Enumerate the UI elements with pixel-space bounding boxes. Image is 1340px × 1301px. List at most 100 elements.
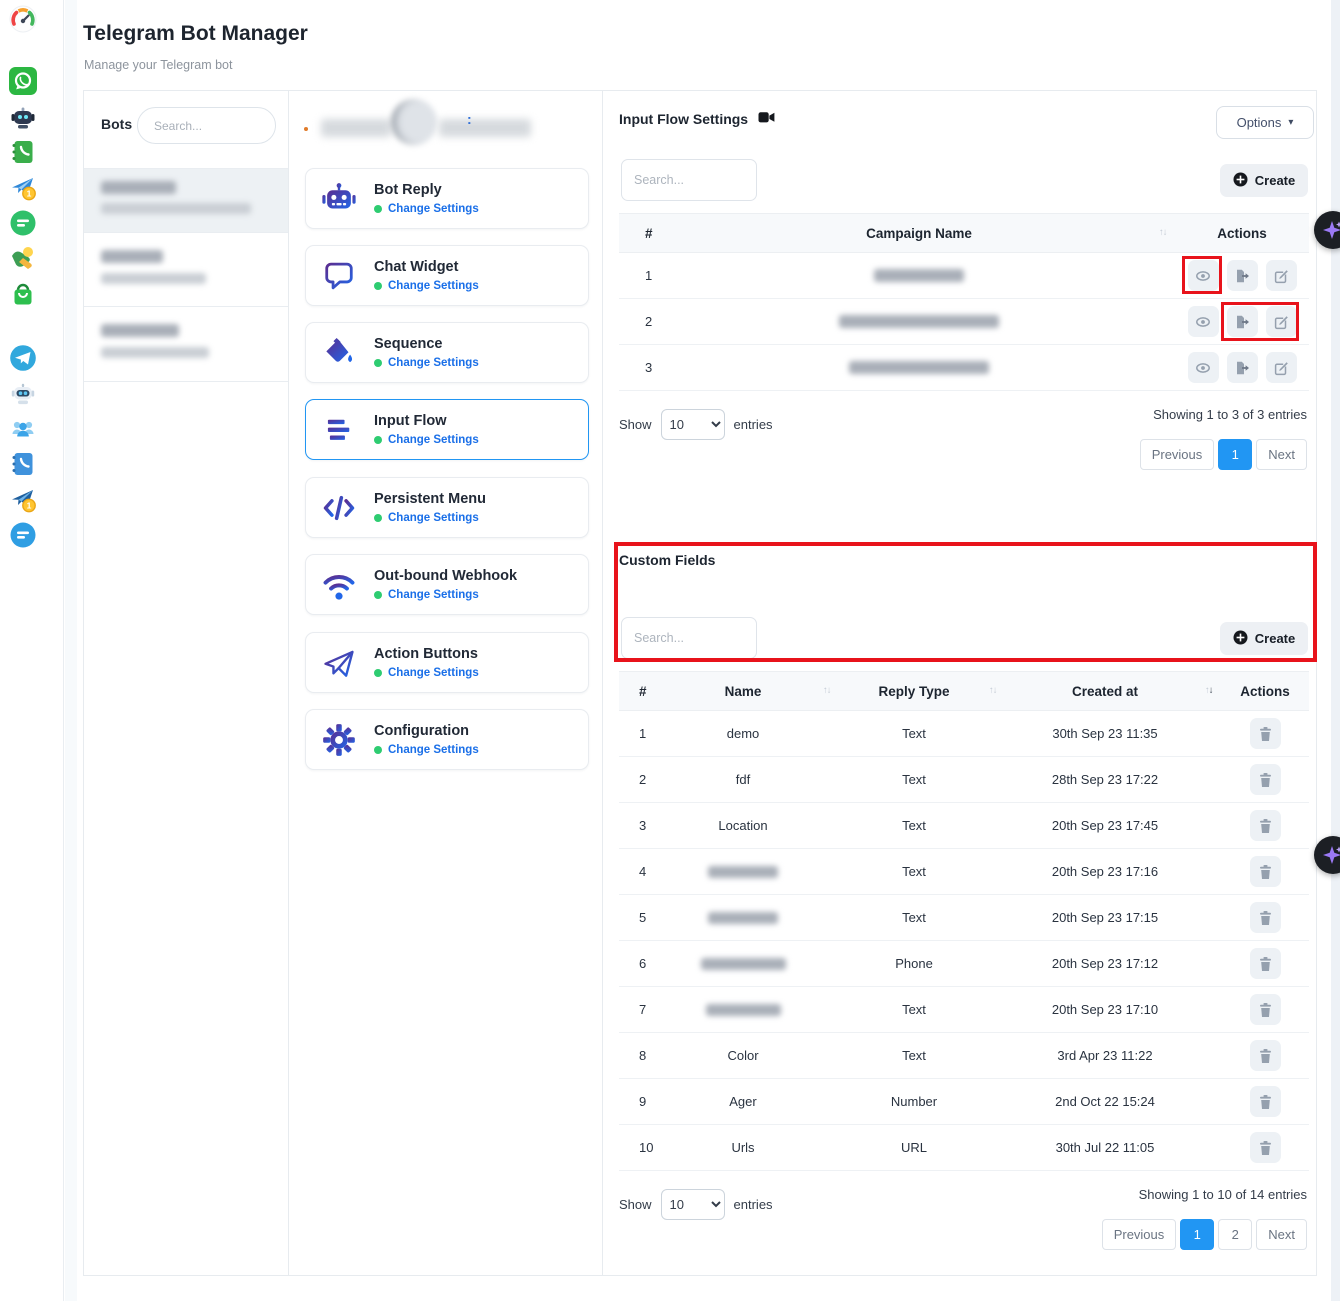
integration-icon[interactable]: [9, 244, 37, 272]
reply-type: Text: [839, 864, 989, 879]
field-name: Ager: [663, 1094, 823, 1109]
reply-type: URL: [839, 1140, 989, 1155]
bot-list-item[interactable]: [84, 307, 288, 382]
telegram-sender-icon[interactable]: 1: [9, 485, 37, 513]
column-header-reply-type[interactable]: Reply Type: [839, 684, 989, 699]
chatbot-icon[interactable]: [9, 103, 37, 131]
redacted-bot-username: [101, 273, 206, 284]
input-flow-search-input[interactable]: [621, 159, 757, 201]
reply-type: Text: [839, 818, 989, 833]
view-button[interactable]: [1188, 260, 1219, 291]
sort-icon[interactable]: ↑↓: [823, 686, 839, 696]
settings-card-title: Configuration: [374, 723, 479, 739]
telegram-sms-icon[interactable]: [9, 521, 37, 549]
delete-button[interactable]: [1250, 1086, 1281, 1117]
delete-button[interactable]: [1250, 1132, 1281, 1163]
svg-text:1: 1: [27, 501, 32, 511]
contacts-green-icon[interactable]: [9, 138, 37, 166]
telegram-icon[interactable]: [9, 344, 37, 372]
delete-button[interactable]: [1250, 856, 1281, 887]
export-button[interactable]: [1227, 260, 1258, 291]
edit-button[interactable]: [1266, 352, 1297, 383]
export-icon: [1234, 268, 1250, 284]
settings-card-configuration[interactable]: Configuration Change Settings: [305, 709, 589, 770]
change-settings-link[interactable]: Change Settings: [374, 589, 517, 601]
export-button[interactable]: [1227, 352, 1258, 383]
svg-text:1: 1: [27, 189, 32, 199]
change-settings-link[interactable]: Change Settings: [374, 667, 479, 679]
sms-green-icon[interactable]: [9, 209, 37, 237]
page-size-select[interactable]: 10: [661, 1189, 725, 1220]
settings-card-title: Chat Widget: [374, 259, 479, 275]
change-settings-link[interactable]: Change Settings: [374, 512, 486, 524]
settings-card-sequence[interactable]: Sequence Change Settings: [305, 322, 589, 383]
delete-button[interactable]: [1250, 718, 1281, 749]
telegram-marketing-icon[interactable]: 1: [9, 173, 37, 201]
change-settings-link[interactable]: Change Settings: [374, 357, 479, 369]
custom-fields-create-button[interactable]: Create: [1220, 622, 1308, 655]
delete-button[interactable]: [1250, 948, 1281, 979]
pagination: Previous 1 2 Next: [1102, 1219, 1307, 1250]
scrollbar-track[interactable]: [1331, 0, 1340, 1301]
telegram-bot-icon[interactable]: [9, 379, 37, 407]
table-row: 4 Text 20th Sep 23 17:16: [619, 849, 1309, 895]
shop-icon[interactable]: [9, 281, 37, 309]
column-header-num[interactable]: #: [619, 684, 663, 699]
pagination-previous[interactable]: Previous: [1102, 1219, 1177, 1250]
change-settings-link[interactable]: Change Settings: [374, 203, 479, 215]
pagination-page-1[interactable]: 1: [1180, 1219, 1214, 1250]
sort-icon-desc[interactable]: ↑↓: [1205, 686, 1221, 696]
settings-card-outbound-webhook[interactable]: Out-bound Webhook Change Settings: [305, 554, 589, 615]
reply-type: Text: [839, 1048, 989, 1063]
delete-button[interactable]: [1250, 1040, 1281, 1071]
pagination-page-1[interactable]: 1: [1218, 439, 1252, 470]
change-settings-link[interactable]: Change Settings: [374, 280, 479, 292]
view-button[interactable]: [1188, 306, 1219, 337]
bot-list-item[interactable]: [84, 233, 288, 307]
settings-card-persistent-menu[interactable]: Persistent Menu Change Settings: [305, 477, 589, 538]
delete-button[interactable]: [1250, 764, 1281, 795]
edit-button[interactable]: [1266, 306, 1297, 337]
delete-button[interactable]: [1250, 810, 1281, 841]
delete-button[interactable]: [1250, 994, 1281, 1025]
settings-card-action-buttons[interactable]: Action Buttons Change Settings: [305, 632, 589, 693]
settings-card-input-flow[interactable]: Input Flow Change Settings: [305, 399, 589, 460]
bots-search-input[interactable]: [137, 107, 276, 144]
status-dot: [374, 359, 382, 367]
reply-type: Text: [839, 1002, 989, 1017]
export-button[interactable]: [1227, 306, 1258, 337]
created-at: 20th Sep 23 17:15: [1005, 910, 1205, 925]
speed-test-icon[interactable]: [9, 5, 37, 33]
input-flow-create-button[interactable]: Create: [1220, 164, 1308, 197]
column-header-name[interactable]: Name: [663, 684, 823, 699]
column-header-created-at[interactable]: Created at: [1005, 684, 1205, 699]
options-button[interactable]: Options ▾: [1216, 106, 1314, 139]
status-dot: [374, 514, 382, 522]
sort-icon[interactable]: ↑↓: [1159, 228, 1175, 238]
change-settings-link[interactable]: Change Settings: [374, 744, 479, 756]
telegram-group-icon[interactable]: [9, 414, 37, 442]
delete-button[interactable]: [1250, 902, 1281, 933]
sort-icon[interactable]: ↑↓: [989, 686, 1005, 696]
telegram-contacts-icon[interactable]: [9, 450, 37, 478]
column-header-num[interactable]: #: [619, 226, 679, 241]
change-settings-link[interactable]: Change Settings: [374, 434, 479, 446]
assistant-fab[interactable]: [1314, 836, 1340, 874]
table-row: 2 fdf Text 28th Sep 23 17:22: [619, 757, 1309, 803]
bot-list-item[interactable]: [84, 169, 288, 233]
table-header: # Name ↑↓ Reply Type ↑↓ Created at ↑↓ Ac…: [619, 671, 1309, 711]
settings-card-bot-reply[interactable]: Bot Reply Change Settings: [305, 168, 589, 229]
page-size-select[interactable]: 10: [661, 409, 725, 440]
edit-button[interactable]: [1266, 260, 1297, 291]
pagination-page-2[interactable]: 2: [1218, 1219, 1252, 1250]
settings-card-chat-widget[interactable]: Chat Widget Change Settings: [305, 245, 589, 306]
view-button[interactable]: [1188, 352, 1219, 383]
assistant-fab[interactable]: [1314, 211, 1340, 249]
column-header-campaign[interactable]: Campaign Name: [679, 226, 1159, 241]
pagination-previous[interactable]: Previous: [1140, 439, 1215, 470]
custom-fields-search-input[interactable]: [621, 617, 757, 659]
pagination-next[interactable]: Next: [1256, 439, 1307, 470]
video-camera-icon[interactable]: [758, 111, 775, 127]
pagination-next[interactable]: Next: [1256, 1219, 1307, 1250]
whatsapp-icon[interactable]: [9, 67, 37, 95]
